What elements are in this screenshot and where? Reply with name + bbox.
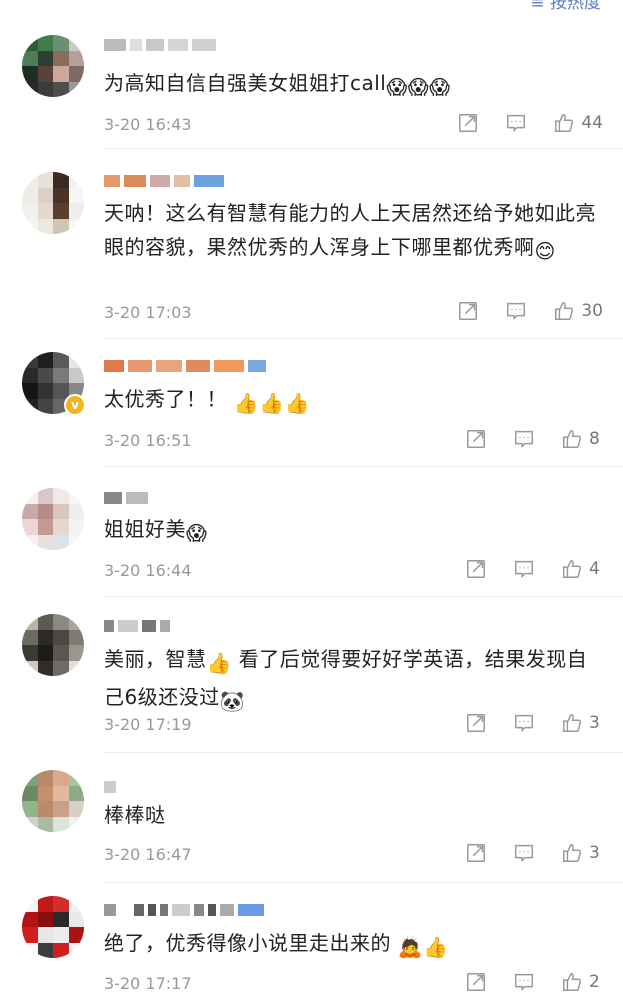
username-blurred[interactable] xyxy=(104,780,116,794)
thumbs-up-emoji-icon: 👍👍👍 xyxy=(233,391,311,415)
username-blurred[interactable] xyxy=(104,903,264,917)
username-blurred[interactable] xyxy=(104,619,170,633)
like-icon xyxy=(555,302,574,320)
comment-button[interactable] xyxy=(513,842,535,864)
like-count: 3 xyxy=(589,843,600,863)
like-button[interactable]: 2 xyxy=(561,971,603,993)
like-count: 3 xyxy=(589,713,600,733)
like-icon xyxy=(563,430,582,448)
comment-time: 3-20 16:44 xyxy=(104,561,192,580)
share-button[interactable] xyxy=(465,842,487,864)
scream-emoji-icon: 😱 xyxy=(186,521,208,545)
username-blurred[interactable] xyxy=(104,359,266,373)
like-icon xyxy=(563,844,582,862)
comment-icon xyxy=(515,560,533,579)
comment-icon xyxy=(507,114,526,133)
share-icon xyxy=(467,430,485,448)
username-blurred[interactable] xyxy=(104,491,148,505)
smile-emoji-icon: 😊 xyxy=(534,239,556,263)
avatar[interactable] xyxy=(22,770,84,832)
like-button[interactable]: 44 xyxy=(553,112,603,134)
comment-icon xyxy=(515,714,533,733)
share-button[interactable] xyxy=(457,112,479,134)
divider xyxy=(104,338,623,339)
share-button[interactable] xyxy=(457,300,479,322)
comment-text: 姐姐好美😱 xyxy=(104,512,597,550)
like-count: 30 xyxy=(581,301,603,321)
comment-text: 为高知自信自强美女姐姐打call😱😱😱 xyxy=(104,66,597,104)
like-icon xyxy=(563,560,582,578)
avatar[interactable] xyxy=(22,488,84,550)
comment-icon xyxy=(515,973,533,992)
like-count: 8 xyxy=(589,429,600,449)
comment-time: 3-20 16:51 xyxy=(104,431,192,450)
share-icon xyxy=(467,844,485,862)
avatar[interactable] xyxy=(22,172,84,234)
like-button[interactable]: 30 xyxy=(553,300,603,322)
panda-emoji-icon: 🐼 xyxy=(219,689,246,713)
username-blurred[interactable] xyxy=(104,38,216,52)
divider xyxy=(104,752,623,753)
comment-text: 太优秀了！！ 👍👍👍 xyxy=(104,382,597,420)
share-icon xyxy=(467,973,485,991)
comment-text: 天呐！这么有智慧有能力的人上天居然还给予她如此亮眼的容貌，果然优秀的人浑身上下哪… xyxy=(104,196,597,268)
share-button[interactable] xyxy=(465,971,487,993)
divider xyxy=(104,148,623,149)
divider xyxy=(104,882,623,883)
share-icon xyxy=(467,560,485,578)
comment-button[interactable] xyxy=(505,300,527,322)
like-count: 4 xyxy=(589,559,600,579)
comment-time: 3-20 16:43 xyxy=(104,115,192,134)
username-blurred[interactable] xyxy=(104,174,224,188)
share-icon xyxy=(459,114,478,132)
verified-badge-icon: v xyxy=(64,394,86,416)
avatar[interactable] xyxy=(22,896,84,958)
share-icon xyxy=(459,302,478,320)
avatar[interactable] xyxy=(22,35,84,97)
share-button[interactable] xyxy=(465,712,487,734)
like-icon xyxy=(563,714,582,732)
comment-time: 3-20 17:17 xyxy=(104,974,192,993)
share-button[interactable] xyxy=(465,428,487,450)
share-icon xyxy=(467,714,485,732)
avatar[interactable] xyxy=(22,614,84,676)
comment-button[interactable] xyxy=(513,712,535,734)
comment-text: 棒棒哒 xyxy=(104,803,166,827)
like-icon xyxy=(563,973,582,991)
thumbs-up-emoji-icon: 👍 xyxy=(206,651,232,675)
like-button[interactable]: 3 xyxy=(561,842,603,864)
comment-time: 3-20 16:47 xyxy=(104,845,192,864)
comment-button[interactable] xyxy=(513,558,535,580)
divider xyxy=(104,596,623,597)
comment-button[interactable] xyxy=(505,112,527,134)
like-icon xyxy=(555,114,574,132)
comment-icon xyxy=(515,844,533,863)
comment-button[interactable] xyxy=(513,971,535,993)
like-button[interactable]: 4 xyxy=(561,558,603,580)
divider xyxy=(104,466,623,467)
comment-time: 3-20 17:19 xyxy=(104,715,192,734)
sort-toggle[interactable]: ≡ 按热度 xyxy=(530,0,601,13)
comment-text: 美丽，智慧👍 看了后觉得要好好学英语，结果发现自己6级还没过🐼 xyxy=(104,642,597,718)
comment-text: 绝了，优秀得像小说里走出来的 🙇👍 xyxy=(104,926,597,964)
share-button[interactable] xyxy=(465,558,487,580)
like-count: 44 xyxy=(581,113,603,133)
like-button[interactable]: 3 xyxy=(561,712,603,734)
bow-emoji-icon: 🙇👍 xyxy=(397,935,449,959)
comment-icon xyxy=(515,430,533,449)
like-count: 2 xyxy=(589,972,600,992)
scream-emoji-icon: 😱😱😱 xyxy=(386,75,451,99)
like-button[interactable]: 8 xyxy=(561,428,603,450)
comment-icon xyxy=(507,302,526,321)
comment-time: 3-20 17:03 xyxy=(104,303,192,322)
comment-button[interactable] xyxy=(513,428,535,450)
